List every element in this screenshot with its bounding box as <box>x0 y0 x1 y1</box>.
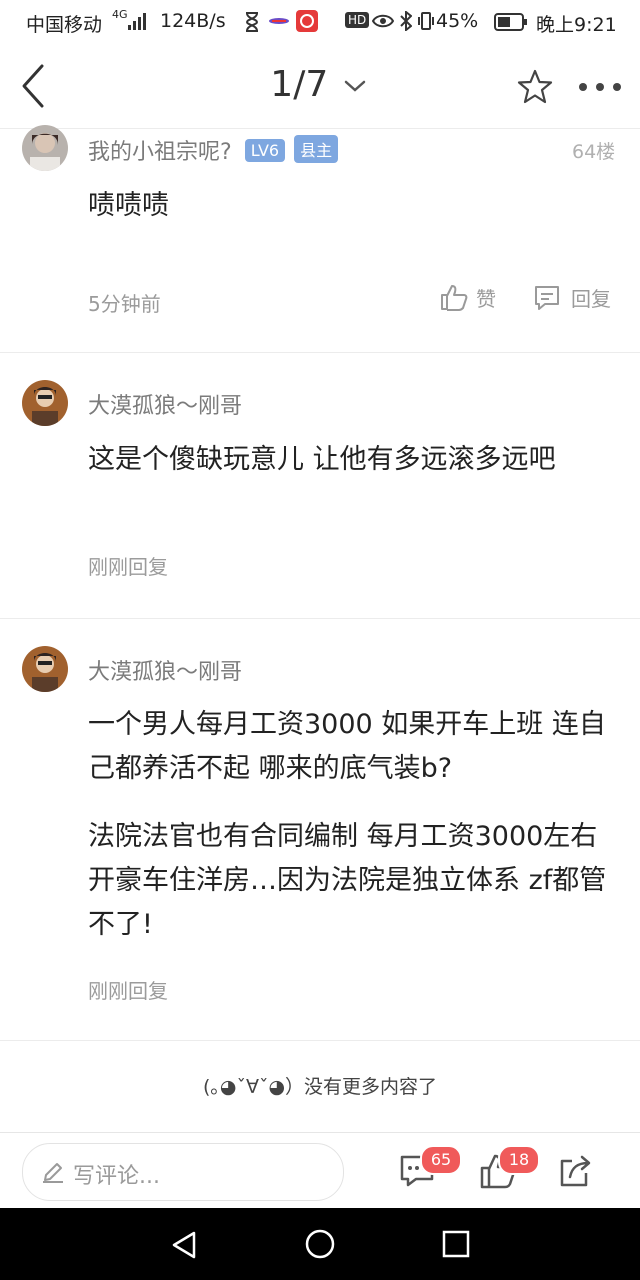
user-avatar-image <box>22 646 68 692</box>
post-content: 这是个傻缺玩意儿 让他有多远滚多远吧 <box>88 444 556 475</box>
share-icon <box>560 1155 591 1187</box>
user-avatar-image <box>22 380 68 426</box>
chevron-down-icon <box>344 80 365 92</box>
system-navigation-bar <box>0 1208 640 1280</box>
carrier-label: 中国移动 <box>26 14 103 36</box>
clock: 晚上9:21 <box>536 14 617 36</box>
divider <box>0 1040 640 1041</box>
hourglass-icon <box>245 12 259 32</box>
vibrate-icon <box>418 12 434 30</box>
avatar[interactable] <box>22 646 68 692</box>
status-bar: 中国移动 4G 124B/s HD 45% 晚上9:21 <box>0 0 640 44</box>
like-label: 赞 <box>476 287 496 311</box>
battery-icon <box>494 13 527 31</box>
app-notify-icon <box>269 18 289 24</box>
thumbs-up-icon <box>441 285 468 311</box>
post-time: 刚刚回复 <box>88 979 168 1003</box>
floor-number: 64楼 <box>572 141 616 163</box>
post-content: 一个男人每月工资3000 如果开车上班 连自己都养活不起 哪来的底气装b? <box>88 709 606 784</box>
user-avatar-image <box>22 125 68 171</box>
eye-icon <box>372 14 394 28</box>
favorite-star-icon[interactable] <box>516 68 554 106</box>
like-count-badge: 18 <box>498 1145 540 1175</box>
reply-label: 回复 <box>571 287 611 311</box>
username[interactable]: 大漠孤狼～刚哥 <box>88 388 242 420</box>
page-indicator: 1/7 <box>270 64 329 105</box>
comment-count-badge: 65 <box>420 1145 462 1175</box>
thread-header: 1/7 <box>0 44 640 129</box>
no-more-content-text: (｡◕ˇ∀ˇ◕）没有更多内容了 <box>202 1076 438 1098</box>
user-info-row: 我的小祖宗呢? LV6 县主 <box>88 134 339 166</box>
battery-percent: 45% <box>436 10 479 32</box>
bluetooth-icon <box>400 11 412 31</box>
nav-back-icon[interactable] <box>170 1230 198 1260</box>
post-content: 啧啧啧 <box>88 190 169 221</box>
nav-recents-icon[interactable] <box>442 1230 470 1258</box>
comment-icon <box>535 286 559 310</box>
avatar[interactable] <box>22 125 68 171</box>
bottom-action-bar: 写评论... 65 18 <box>0 1132 640 1209</box>
nav-home-icon[interactable] <box>304 1228 336 1260</box>
more-options-icon[interactable] <box>578 82 622 92</box>
post-time: 5分钟前 <box>88 292 161 316</box>
comment-input[interactable]: 写评论... <box>22 1143 344 1201</box>
network-speed: 124B/s <box>160 10 226 32</box>
hd-badge: HD <box>345 12 370 28</box>
network-type: 4G <box>112 8 128 21</box>
role-badge: 县主 <box>294 135 339 163</box>
pencil-icon <box>43 1163 63 1183</box>
username[interactable]: 大漠孤狼～刚哥 <box>88 654 242 686</box>
comment-placeholder: 写评论... <box>73 1164 160 1189</box>
post-content-paragraph-2: 法院法官也有合同编制 每月工资3000左右开豪车住洋房…因为法院是独立体系 zf… <box>88 821 607 940</box>
username[interactable]: 我的小祖宗呢? <box>88 140 232 165</box>
post-time: 刚刚回复 <box>88 555 168 579</box>
signal-icon <box>128 13 146 30</box>
sub-reply-1: 大漠孤狼～刚哥 这是个傻缺玩意儿 让他有多远滚多远吧 刚刚回复 <box>0 353 640 617</box>
red-app-icon <box>296 10 318 32</box>
reply-floor-64: 我的小祖宗呢? LV6 县主 64楼 啧啧啧 5分钟前 赞 回复 <box>0 125 640 351</box>
sub-reply-2: 大漠孤狼～刚哥 一个男人每月工资3000 如果开车上班 连自己都养活不起 哪来的… <box>0 619 640 1039</box>
level-badge: LV6 <box>244 139 286 162</box>
share-button[interactable] <box>556 1151 596 1191</box>
avatar[interactable] <box>22 380 68 426</box>
